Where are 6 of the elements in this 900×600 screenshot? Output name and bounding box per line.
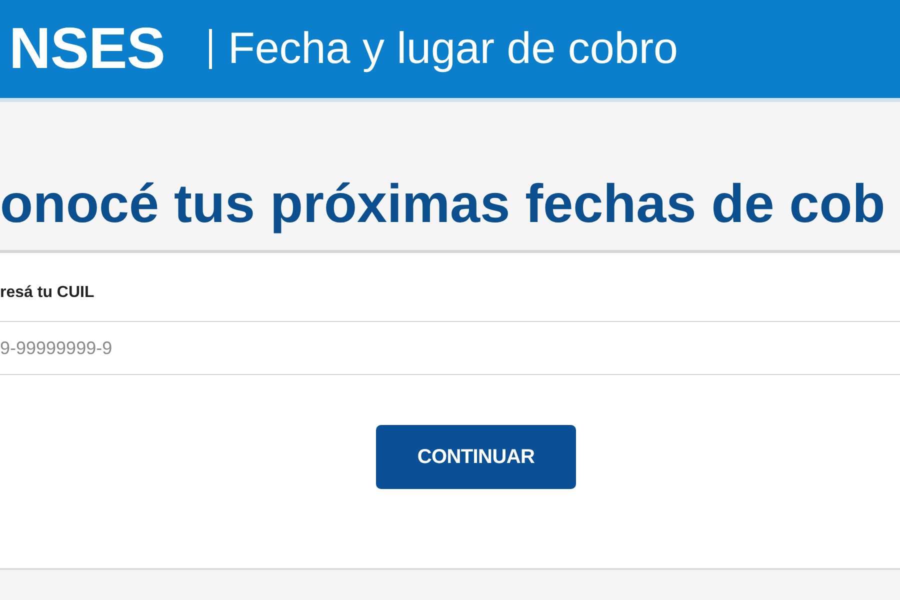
main-heading: onocé tus próximas fechas de cob (0, 174, 886, 236)
logo-wordmark[interactable]: NSES (9, 20, 165, 78)
field-label: resá tu CUIL (0, 283, 94, 303)
page-title: Fecha y lugar de cobro (228, 27, 678, 71)
cuil-input-field[interactable]: 9-99999999-9 (0, 321, 900, 375)
continue-button[interactable]: CONTINUAR (376, 425, 576, 489)
